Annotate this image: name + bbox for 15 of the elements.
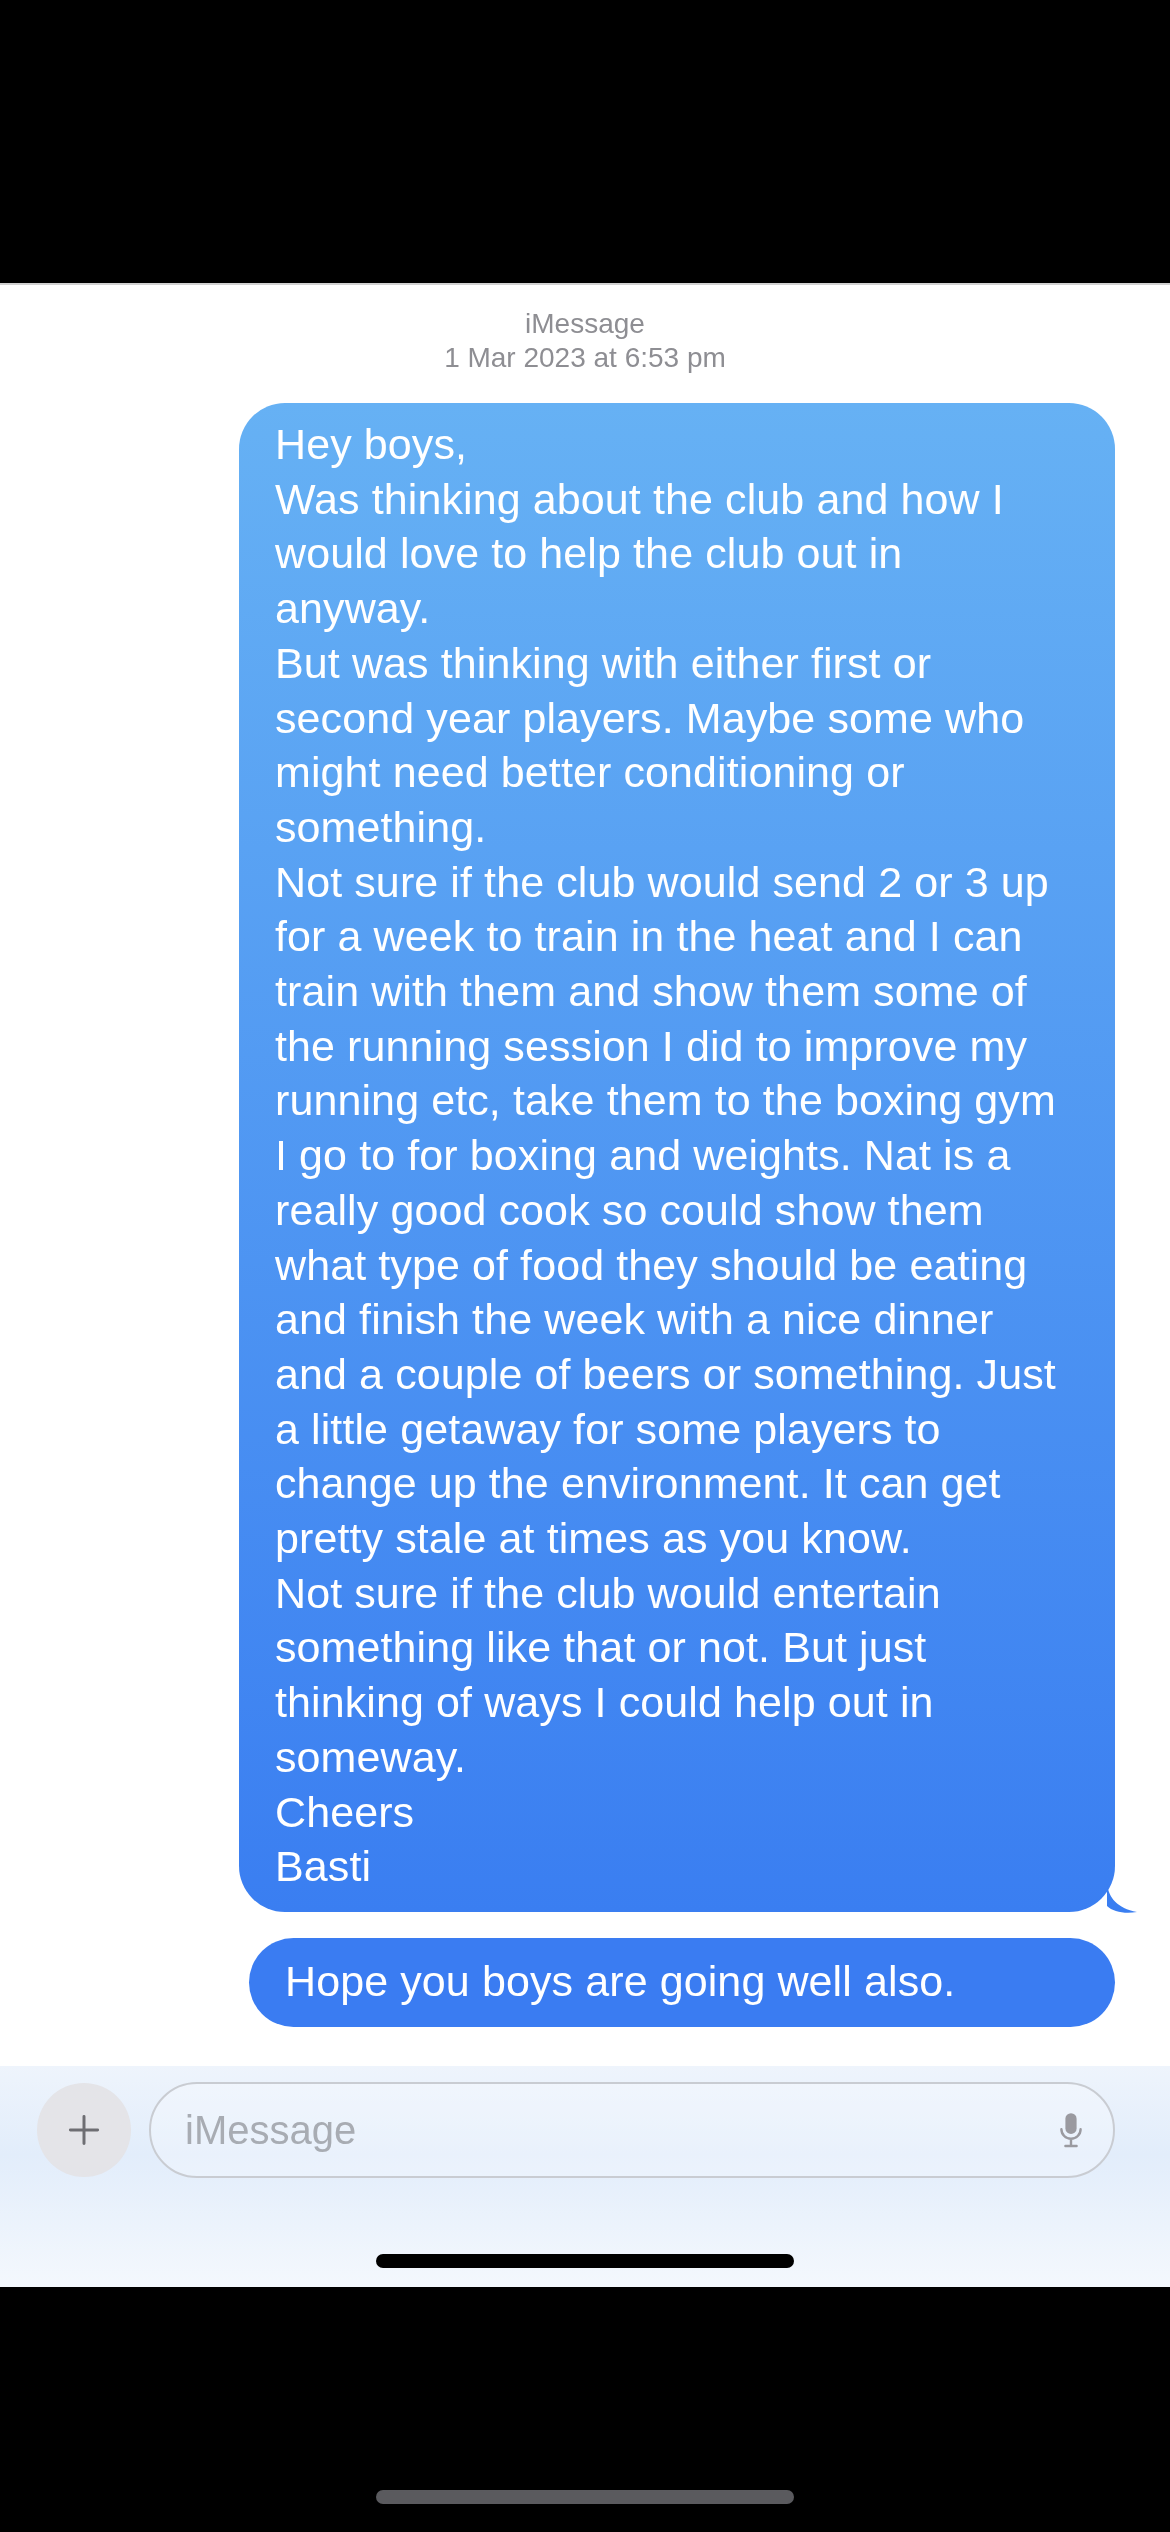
- message-bubble[interactable]: Hope you boys are going well also.: [249, 1938, 1115, 2027]
- message-text: Cheers: [275, 1786, 416, 1838]
- message-text: Not sure if the club would entertain something like that or not. But just thinking of ways I could help out in someway.: [275, 1567, 942, 1783]
- message-bubble[interactable]: [239, 403, 1115, 1912]
- message-text: Basti: [275, 1841, 373, 1893]
- message-input-field[interactable]: iMessage: [149, 2082, 1115, 2178]
- service-label: iMessage: [525, 307, 645, 341]
- microphone-icon[interactable]: [1059, 2110, 1083, 2150]
- message-text: But was thinking with either first or second year players. Maybe some who might need better conditioning or something.: [275, 637, 1026, 853]
- message-text: Hope you boys are going well also.: [285, 1956, 957, 2007]
- message-text: Was thinking about the club and how I would love to help the club out in anyway.: [275, 473, 1005, 635]
- message-text: Not sure if the club would send 2 or 3 up for a week to train in the heat and I can train with them and show them some of the running session I did to improve my running etc, take them to the boxing gym I go to for boxing and weights. Nat is a really good cook so could show them what type of food they should be eating and finish the week with a nice dinner and a couple of beers or something. Just a little getaway for some players to change up the environment. It can get pretty stale at times as you know.: [275, 856, 1057, 1565]
- message-text: Hey boys,: [275, 419, 469, 470]
- message-timestamp: 1 Mar 2023 at 6:53 pm: [444, 341, 726, 375]
- plus-icon: [67, 2113, 101, 2147]
